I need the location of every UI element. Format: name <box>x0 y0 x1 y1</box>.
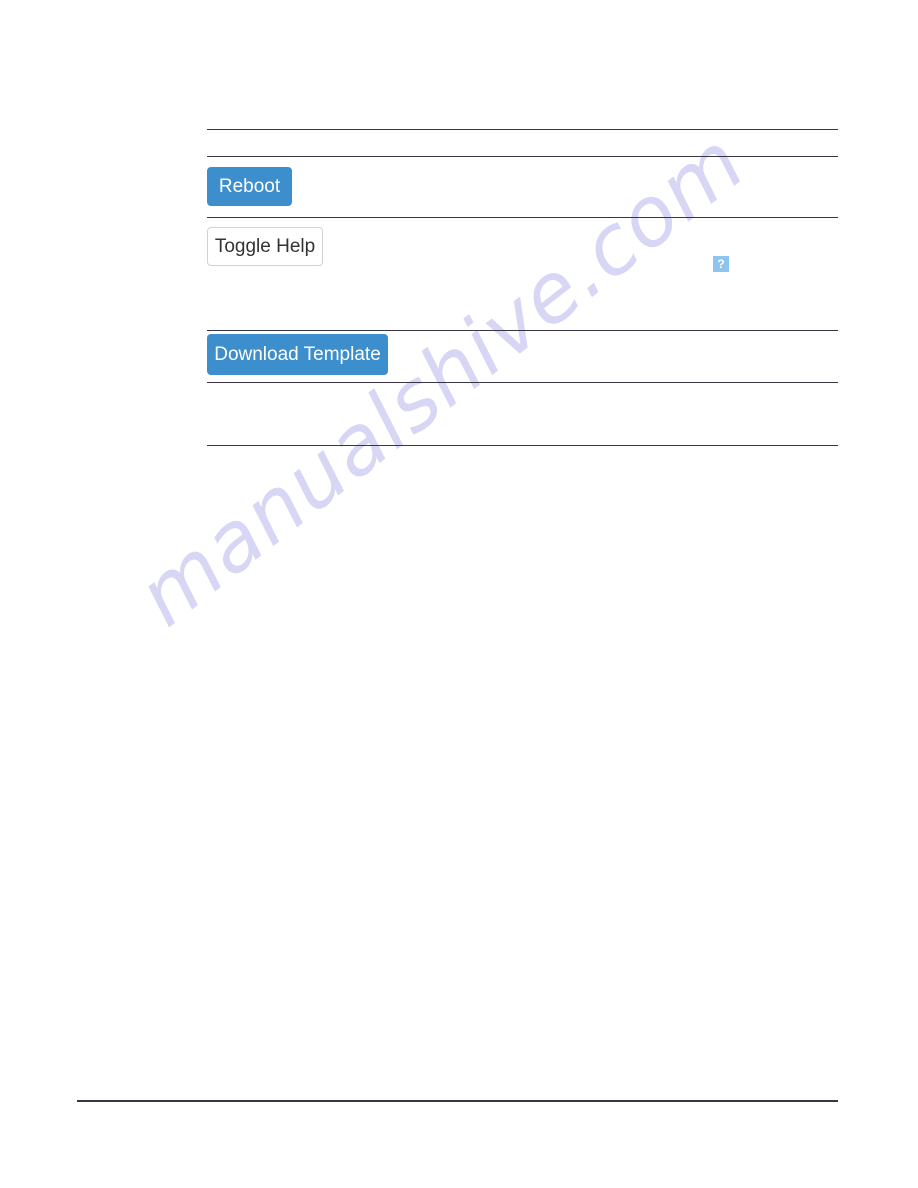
toggle-help-button[interactable]: Toggle Help <box>207 227 323 266</box>
download-template-button[interactable]: Download Template <box>207 334 388 375</box>
divider-rule-4 <box>207 330 838 331</box>
divider-rule-2 <box>207 156 838 157</box>
page-canvas: manualshive.com Reboot Toggle Help ? Dow… <box>0 0 918 1188</box>
divider-rule-3 <box>207 217 838 218</box>
divider-rule-1 <box>207 129 838 130</box>
reboot-button[interactable]: Reboot <box>207 167 292 206</box>
footer-divider-rule <box>77 1100 838 1102</box>
divider-rule-6 <box>207 445 838 446</box>
content-column: Reboot Toggle Help ? Download Template <box>207 0 838 1188</box>
divider-rule-5 <box>207 382 838 383</box>
help-question-icon[interactable]: ? <box>713 256 729 272</box>
